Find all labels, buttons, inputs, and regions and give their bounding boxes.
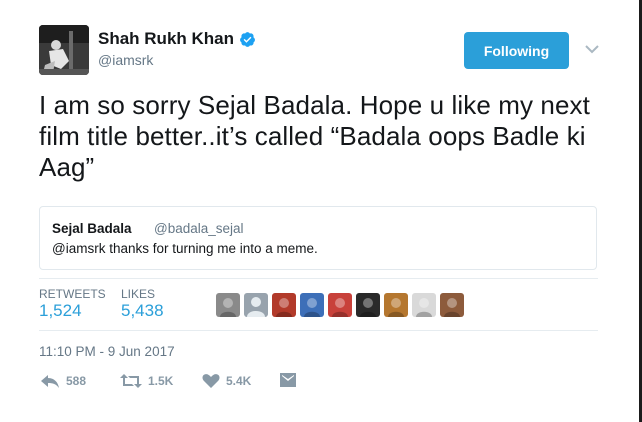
retweet-action[interactable]: 1.5K — [120, 373, 173, 389]
divider — [39, 278, 598, 279]
author-handle[interactable]: @iamsrk — [98, 52, 153, 68]
like-count: 5.4K — [226, 374, 252, 388]
author-avatar[interactable] — [39, 25, 89, 75]
quoted-tweet-text: @iamsrk thanks for turning me into a mem… — [52, 241, 318, 256]
liker-avatar-icon[interactable] — [300, 293, 324, 317]
profile-photo-icon — [39, 25, 89, 75]
liker-avatar-default-icon[interactable] — [244, 293, 268, 317]
liker-avatar-icon[interactable] — [440, 293, 464, 317]
verified-badge-icon — [240, 31, 255, 47]
author-name[interactable]: Shah Rukh Khan — [98, 29, 234, 49]
envelope-icon — [280, 373, 296, 387]
quoted-tweet[interactable]: Sejal Badala @badala_sejal @iamsrk thank… — [39, 206, 597, 270]
tweet-timestamp[interactable]: 11:10 PM - 9 Jun 2017 — [39, 344, 175, 359]
reply-icon — [41, 375, 59, 388]
liker-avatar-icon[interactable] — [384, 293, 408, 317]
quoted-author-name: Sejal Badala — [52, 221, 132, 236]
liker-avatar-icon[interactable] — [356, 293, 380, 317]
liker-avatar-icon[interactable] — [412, 293, 436, 317]
like-action[interactable]: 5.4K — [202, 373, 251, 389]
retweets-label[interactable]: RETWEETS — [39, 287, 106, 301]
following-button[interactable]: Following — [464, 32, 569, 69]
retweets-count[interactable]: 1,524 — [39, 301, 82, 321]
quoted-author-handle: @badala_sejal — [154, 221, 244, 236]
retweet-icon — [120, 374, 142, 388]
reply-count: 588 — [66, 374, 87, 388]
reply-action[interactable]: 588 — [40, 373, 86, 389]
heart-icon — [202, 374, 220, 388]
direct-message-action[interactable] — [280, 373, 302, 387]
liker-avatar-icon[interactable] — [216, 293, 240, 317]
liker-avatar-icon[interactable] — [272, 293, 296, 317]
chevron-down-icon[interactable] — [585, 44, 599, 54]
likers-avatar-list — [216, 293, 464, 317]
likes-label[interactable]: LIKES — [121, 287, 155, 301]
likes-count[interactable]: 5,438 — [121, 301, 164, 321]
retweet-count: 1.5K — [148, 374, 174, 388]
liker-avatar-icon[interactable] — [328, 293, 352, 317]
divider — [39, 330, 598, 331]
tweet-text: I am so sorry Sejal Badala. Hope u like … — [39, 90, 590, 182]
author-name-row[interactable]: Shah Rukh Khan — [98, 29, 256, 49]
